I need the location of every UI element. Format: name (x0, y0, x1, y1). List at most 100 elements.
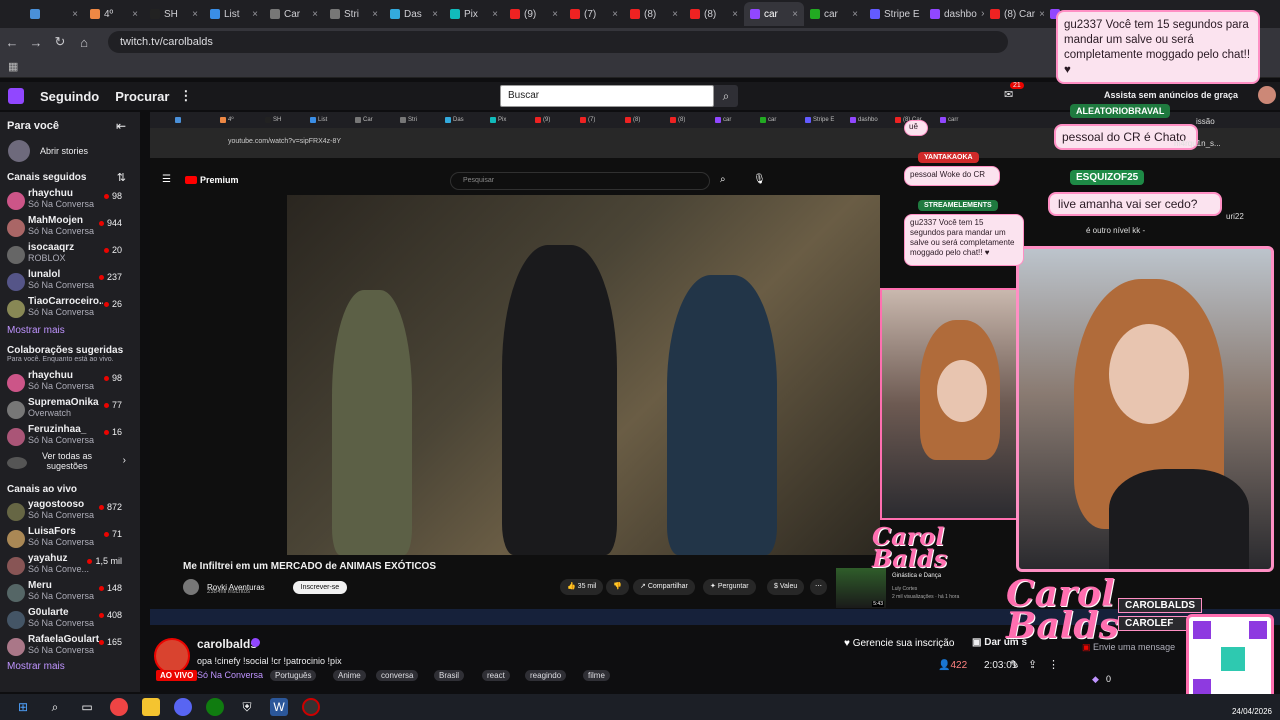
browser-tab[interactable]: (8) × (624, 2, 684, 26)
sidebar-channel-item[interactable]: isocaaqrz ROBLOX 20 (0, 242, 140, 269)
browser-tab[interactable]: dashbo × (924, 2, 984, 26)
see-all-suggestions-item[interactable]: Ver todas as sugestões › (0, 451, 140, 481)
sidebar-channel-item[interactable]: SupremaOnika Overwatch 77 (0, 397, 140, 424)
avatar[interactable] (1258, 86, 1276, 104)
tab-close-icon[interactable]: × (612, 9, 618, 20)
browser-tab[interactable]: (9) × (504, 2, 564, 26)
browser-tab[interactable]: Stri × (324, 2, 384, 26)
word-icon[interactable]: W (270, 698, 288, 716)
stream-tag[interactable]: Anime (333, 670, 366, 681)
sidebar-channel-item[interactable]: yayahuz Só Na Conve... 1,5 mil (0, 553, 140, 580)
browser-tab[interactable]: Pix × (444, 2, 504, 26)
sidebar-channel-item[interactable]: lunalol Só Na Conversa 237 (0, 269, 140, 296)
home-icon[interactable]: ⌂ (72, 35, 96, 50)
tab-close-icon[interactable]: × (792, 9, 798, 20)
suggestions-avatars (7, 457, 27, 469)
gift-sub-button[interactable]: ▣ Dar um s (972, 637, 1042, 648)
browser-tab[interactable]: (8) × (684, 2, 744, 26)
youtube-search: Pesquisar (450, 172, 710, 190)
stream-tag[interactable]: Brasil (434, 670, 465, 681)
browser-tab[interactable]: 4º × (84, 2, 144, 26)
tab-close-icon[interactable]: × (852, 9, 858, 20)
url-field[interactable]: twitch.tv/carolbalds (108, 31, 1008, 53)
tab-close-icon[interactable]: × (132, 9, 138, 20)
channel-points-icon[interactable]: ◆ (1092, 674, 1099, 685)
browser-tab[interactable]: Car × (264, 2, 324, 26)
open-stories-item[interactable]: Abrir stories (0, 140, 140, 166)
tab-close-icon[interactable]: × (372, 9, 378, 20)
sidebar-channel-item[interactable]: yagostooso Só Na Conversa 872 (0, 499, 140, 526)
sidebar-channel-item[interactable]: MahMoojen Só Na Conversa 944 (0, 215, 140, 242)
stream-tag[interactable]: conversa (376, 670, 419, 681)
sidebar-channel-item[interactable]: Feruzinhaa_ Só Na Conversa 16 (0, 424, 140, 451)
chrome-icon[interactable] (110, 698, 128, 716)
search-input[interactable]: Buscar (500, 85, 714, 107)
edit-icon[interactable]: ✎ (1010, 658, 1019, 671)
streamer-name[interactable]: carolbalds (197, 637, 257, 651)
tab-close-icon[interactable]: × (492, 9, 498, 20)
chat-input[interactable]: ▣ Envie uma mensage (1082, 642, 1192, 662)
stream-tag[interactable]: react (482, 670, 510, 681)
browse-link[interactable]: Procurar (115, 89, 169, 104)
show-more-live-link[interactable]: Mostrar mais (0, 661, 140, 672)
channel-avatar (7, 246, 25, 264)
channel-viewers: 20 (103, 245, 122, 255)
sidebar-channel-item[interactable]: G0ularte Só Na Conversa 408 (0, 607, 140, 634)
more-options-icon[interactable]: ⋮ (1048, 658, 1059, 671)
xbox-icon[interactable] (206, 698, 224, 716)
more-menu-icon[interactable]: ⋮ (179, 88, 192, 104)
tab-close-icon[interactable]: × (672, 9, 678, 20)
discord-icon[interactable] (174, 698, 192, 716)
tab-close-icon[interactable]: × (72, 9, 78, 20)
obs-icon[interactable] (302, 698, 320, 716)
browser-tab[interactable]: Das × (384, 2, 444, 26)
browser-tab[interactable]: SH × (144, 2, 204, 26)
sort-icon[interactable]: ⇅ (117, 171, 126, 184)
sidebar-channel-item[interactable]: TiaoCarroceiro... Só Na Conversa 26 (0, 296, 140, 323)
channel-viewers: 148 (98, 583, 122, 593)
browser-tab[interactable]: × (24, 2, 84, 26)
browser-tab[interactable]: car × (744, 2, 804, 26)
manage-subscription-button[interactable]: ♥ Gerencie sua inscrição (836, 634, 962, 654)
forward-icon[interactable]: → (24, 35, 48, 50)
channel-name: isocaaqrz (28, 242, 75, 253)
streamer-avatar[interactable] (154, 638, 190, 674)
browser-tab[interactable]: List × (204, 2, 264, 26)
sidebar-channel-item[interactable]: LuisaFors Só Na Conversa 71 (0, 526, 140, 553)
tab-close-icon[interactable]: × (432, 9, 438, 20)
browser-tab[interactable]: Stripe E× (864, 2, 924, 26)
browser-tab[interactable]: (7) × (564, 2, 624, 26)
sidebar-channel-item[interactable]: Meru Só Na Conversa 148 (0, 580, 140, 607)
reload-icon[interactable]: ↻ (48, 34, 72, 50)
sidebar-channel-item[interactable]: RafaelaGoulart Só Na Conversa 165 (0, 634, 140, 661)
ad-free-button[interactable]: Assista sem anúncios de graça (1104, 90, 1238, 100)
windows-start-icon[interactable]: ⊞ (14, 698, 32, 716)
tab-close-icon[interactable]: × (552, 9, 558, 20)
notifications-icon[interactable]: ✉ (1004, 88, 1013, 101)
search-icon[interactable]: ⌕ (714, 85, 738, 107)
task-view-icon[interactable]: ▭ (78, 698, 96, 716)
sidebar-channel-item[interactable]: rhaychuu Só Na Conversa 98 (0, 188, 140, 215)
tab-close-icon[interactable]: × (732, 9, 738, 20)
viewer-count: 👤422 (938, 660, 968, 671)
tab-close-icon[interactable]: × (252, 9, 258, 20)
back-icon[interactable]: ← (0, 35, 24, 50)
browser-tab[interactable]: (8) Car × (984, 2, 1044, 26)
twitch-logo-icon[interactable] (8, 88, 24, 104)
sidebar-channel-item[interactable]: rhaychuu Só Na Conversa 98 (0, 370, 140, 397)
tab-close-icon[interactable]: × (192, 9, 198, 20)
browser-tab[interactable]: car × (804, 2, 864, 26)
stream-tag[interactable]: filme (583, 670, 610, 681)
stream-tag[interactable]: reagindo (525, 670, 567, 681)
shield-icon[interactable]: ⛨ (238, 698, 256, 716)
stream-tag[interactable]: Português (270, 670, 317, 681)
taskbar-search-icon[interactable]: ⌕ (46, 698, 64, 716)
stream-category[interactable]: Só Na Conversa (197, 670, 263, 680)
apps-icon[interactable]: ▦ (8, 60, 18, 73)
show-more-followed-link[interactable]: Mostrar mais (0, 323, 140, 343)
tab-close-icon[interactable]: × (312, 9, 318, 20)
following-link[interactable]: Seguindo (40, 89, 99, 104)
collapse-sidebar-icon[interactable]: ⇤ (116, 119, 126, 133)
share-icon[interactable]: ⇪ (1028, 658, 1037, 671)
file-explorer-icon[interactable] (142, 698, 160, 716)
